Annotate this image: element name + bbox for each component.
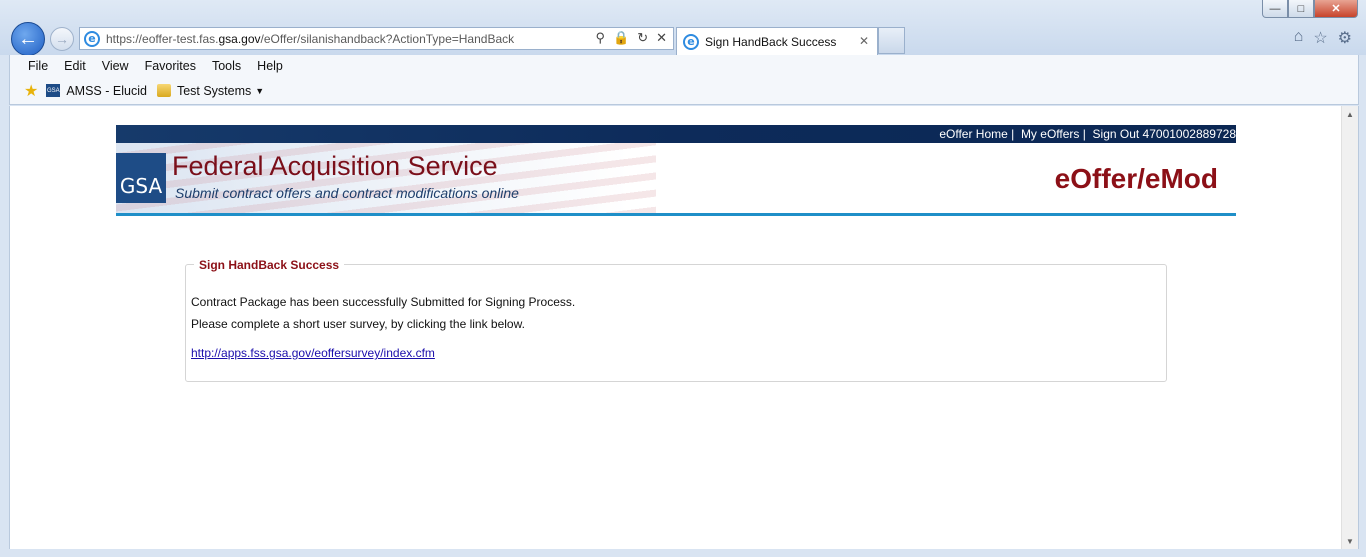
ie-page-icon: e: [84, 30, 100, 47]
url-domain: gsa.gov: [218, 31, 261, 46]
top-links-bar: eOffer Home | My eOffers | Sign Out 4700…: [116, 125, 1236, 143]
vertical-scrollbar[interactable]: ▲ ▼: [1341, 106, 1358, 549]
header-divider: [116, 213, 1236, 216]
favorite-amss-elucid[interactable]: GSA AMSS - Elucid: [46, 84, 147, 98]
menu-edit[interactable]: Edit: [62, 59, 94, 73]
menu-tools[interactable]: Tools: [210, 59, 249, 73]
favorites-bar: ★ GSA AMSS - Elucid Test Systems ▼: [9, 77, 1359, 105]
forward-arrow-icon: →: [55, 31, 69, 47]
folder-icon: [156, 84, 171, 97]
link-eoffer-home[interactable]: eOffer Home: [939, 127, 1007, 141]
back-button[interactable]: ←: [11, 22, 45, 56]
add-favorite-star-icon[interactable]: ★: [24, 81, 38, 101]
survey-instruction: Please complete a short user survey, by …: [191, 317, 525, 331]
window-controls: — □ ✕: [1262, 0, 1358, 18]
window-bottom-border: [0, 549, 1366, 557]
stop-icon[interactable]: ✕: [656, 30, 667, 46]
favorite-label: Test Systems: [176, 83, 252, 98]
panel-legend: Sign HandBack Success: [194, 258, 345, 272]
menu-favorites[interactable]: Favorites: [143, 59, 204, 73]
scroll-down-icon[interactable]: ▼: [1342, 533, 1358, 549]
menu-view[interactable]: View: [100, 59, 137, 73]
org-subtitle: Submit contract offers and contract modi…: [175, 185, 519, 201]
forward-button[interactable]: →: [50, 27, 74, 51]
tab-close-icon[interactable]: ✕: [859, 34, 869, 48]
close-window-button[interactable]: ✕: [1314, 0, 1358, 18]
minimize-button[interactable]: —: [1262, 0, 1288, 18]
link-separator: |: [1079, 127, 1093, 141]
refresh-icon[interactable]: ↻: [637, 30, 648, 46]
eoffer-brand: eOffer/eMod: [1054, 163, 1218, 194]
ie-tab-icon: e: [683, 33, 699, 50]
favorite-test-systems[interactable]: Test Systems ▼: [156, 83, 265, 98]
back-arrow-icon: ←: [18, 27, 38, 50]
scroll-up-icon[interactable]: ▲: [1342, 106, 1358, 122]
gsa-icon: GSA: [46, 84, 61, 97]
success-panel: Sign HandBack Success Contract Package h…: [185, 258, 1167, 382]
link-separator: |: [1007, 127, 1021, 141]
tab-title: Sign HandBack Success: [705, 34, 837, 49]
gsa-logo: GSA: [116, 153, 166, 203]
tab-sign-handback[interactable]: e Sign HandBack Success ✕: [676, 27, 878, 55]
menu-file[interactable]: File: [26, 59, 56, 73]
url-path: /eOffer/silanishandback?ActionType=HandB…: [260, 31, 515, 46]
browser-tools: ⌂ ☆ ⚙: [1294, 28, 1352, 48]
menu-bar: File Edit View Favorites Tools Help: [9, 55, 1359, 77]
chevron-down-icon: ▼: [255, 85, 265, 96]
link-my-eoffers[interactable]: My eOffers: [1021, 127, 1079, 141]
favorites-star-icon[interactable]: ☆: [1313, 28, 1327, 48]
address-bar[interactable]: e https://eoffer-test.fas.gsa.gov/eOffer…: [79, 27, 674, 50]
lock-icon[interactable]: 🔒: [613, 30, 629, 46]
survey-link[interactable]: http://apps.fss.gsa.gov/eoffersurvey/ind…: [191, 346, 435, 360]
maximize-button[interactable]: □: [1288, 0, 1314, 18]
gsa-header: eOffer Home | My eOffers | Sign Out 4700…: [116, 125, 1236, 215]
gear-icon[interactable]: ⚙: [1338, 28, 1352, 48]
search-icon[interactable]: ⚲: [595, 30, 605, 46]
menu-help[interactable]: Help: [255, 59, 291, 73]
banner: GSA Federal Acquisition Service Submit c…: [116, 143, 1236, 215]
page-viewport: eOffer Home | My eOffers | Sign Out 4700…: [9, 106, 1359, 549]
favorite-label: AMSS - Elucid: [66, 83, 147, 98]
org-title: Federal Acquisition Service: [172, 151, 498, 181]
success-message: Contract Package has been successfully S…: [191, 295, 576, 309]
new-tab-button[interactable]: [878, 27, 905, 54]
url-host: https://eoffer-test.fas.: [106, 31, 219, 46]
address-url[interactable]: https://eoffer-test.fas.gsa.gov/eOffer/s…: [106, 32, 514, 46]
link-sign-out[interactable]: Sign Out 47001002889728: [1093, 127, 1236, 141]
home-icon[interactable]: ⌂: [1294, 28, 1304, 48]
